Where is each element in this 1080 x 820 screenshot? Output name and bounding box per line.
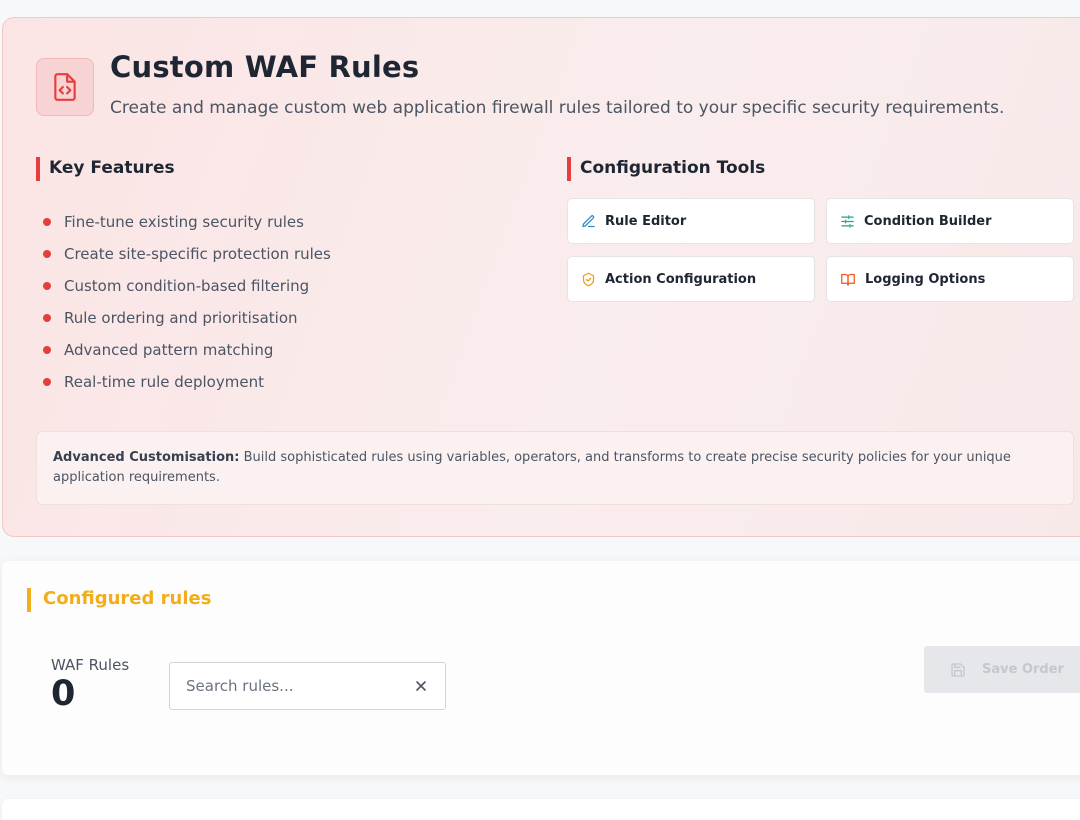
- key-features-heading: Key Features: [36, 157, 175, 181]
- key-features-list: Fine-tune existing security rules Create…: [43, 206, 331, 398]
- bullet-dot-icon: [43, 218, 51, 226]
- waf-overview-card: Custom WAF Rules Create and manage custo…: [2, 17, 1080, 537]
- feature-item: Custom condition-based filtering: [43, 270, 331, 302]
- logging-options-button[interactable]: Logging Options: [826, 256, 1074, 302]
- sliders-icon: [841, 214, 854, 228]
- bullet-dot-icon: [43, 346, 51, 354]
- save-icon: [951, 662, 965, 677]
- page-subtitle: Create and manage custom web application…: [110, 98, 1005, 118]
- condition-builder-button[interactable]: Condition Builder: [826, 198, 1074, 244]
- clear-search-icon[interactable]: [413, 678, 429, 694]
- note-label: Advanced Customisation:: [53, 450, 240, 465]
- feature-item: Advanced pattern matching: [43, 334, 331, 366]
- save-order-button[interactable]: Save Order: [924, 646, 1080, 693]
- feature-item: Real-time rule deployment: [43, 366, 331, 398]
- book-open-icon: [841, 273, 855, 286]
- configured-rules-heading: Configured rules: [27, 588, 211, 612]
- bullet-dot-icon: [43, 314, 51, 322]
- search-input[interactable]: [170, 663, 410, 709]
- rule-editor-button[interactable]: Rule Editor: [567, 198, 815, 244]
- bullet-dot-icon: [43, 378, 51, 386]
- waf-rules-count-value: 0: [51, 674, 76, 714]
- waf-rules-count-label: WAF Rules: [51, 656, 130, 674]
- pencil-icon: [582, 214, 595, 227]
- action-configuration-button[interactable]: Action Configuration: [567, 256, 815, 302]
- feature-item: Fine-tune existing security rules: [43, 206, 331, 238]
- page-title: Custom WAF Rules: [110, 50, 420, 84]
- feature-item: Create site-specific protection rules: [43, 238, 331, 270]
- configured-rules-card: Configured rules WAF Rules 0 Save Order: [2, 561, 1080, 775]
- bullet-dot-icon: [43, 250, 51, 258]
- next-section-card: [2, 799, 1080, 820]
- rules-search-box: [169, 662, 446, 710]
- file-code-icon: [36, 58, 94, 116]
- advanced-customisation-note: Advanced Customisation: Build sophistica…: [36, 431, 1074, 505]
- shield-check-icon: [582, 272, 595, 286]
- configuration-tools-heading: Configuration Tools: [567, 157, 765, 181]
- bullet-dot-icon: [43, 282, 51, 290]
- feature-item: Rule ordering and prioritisation: [43, 302, 331, 334]
